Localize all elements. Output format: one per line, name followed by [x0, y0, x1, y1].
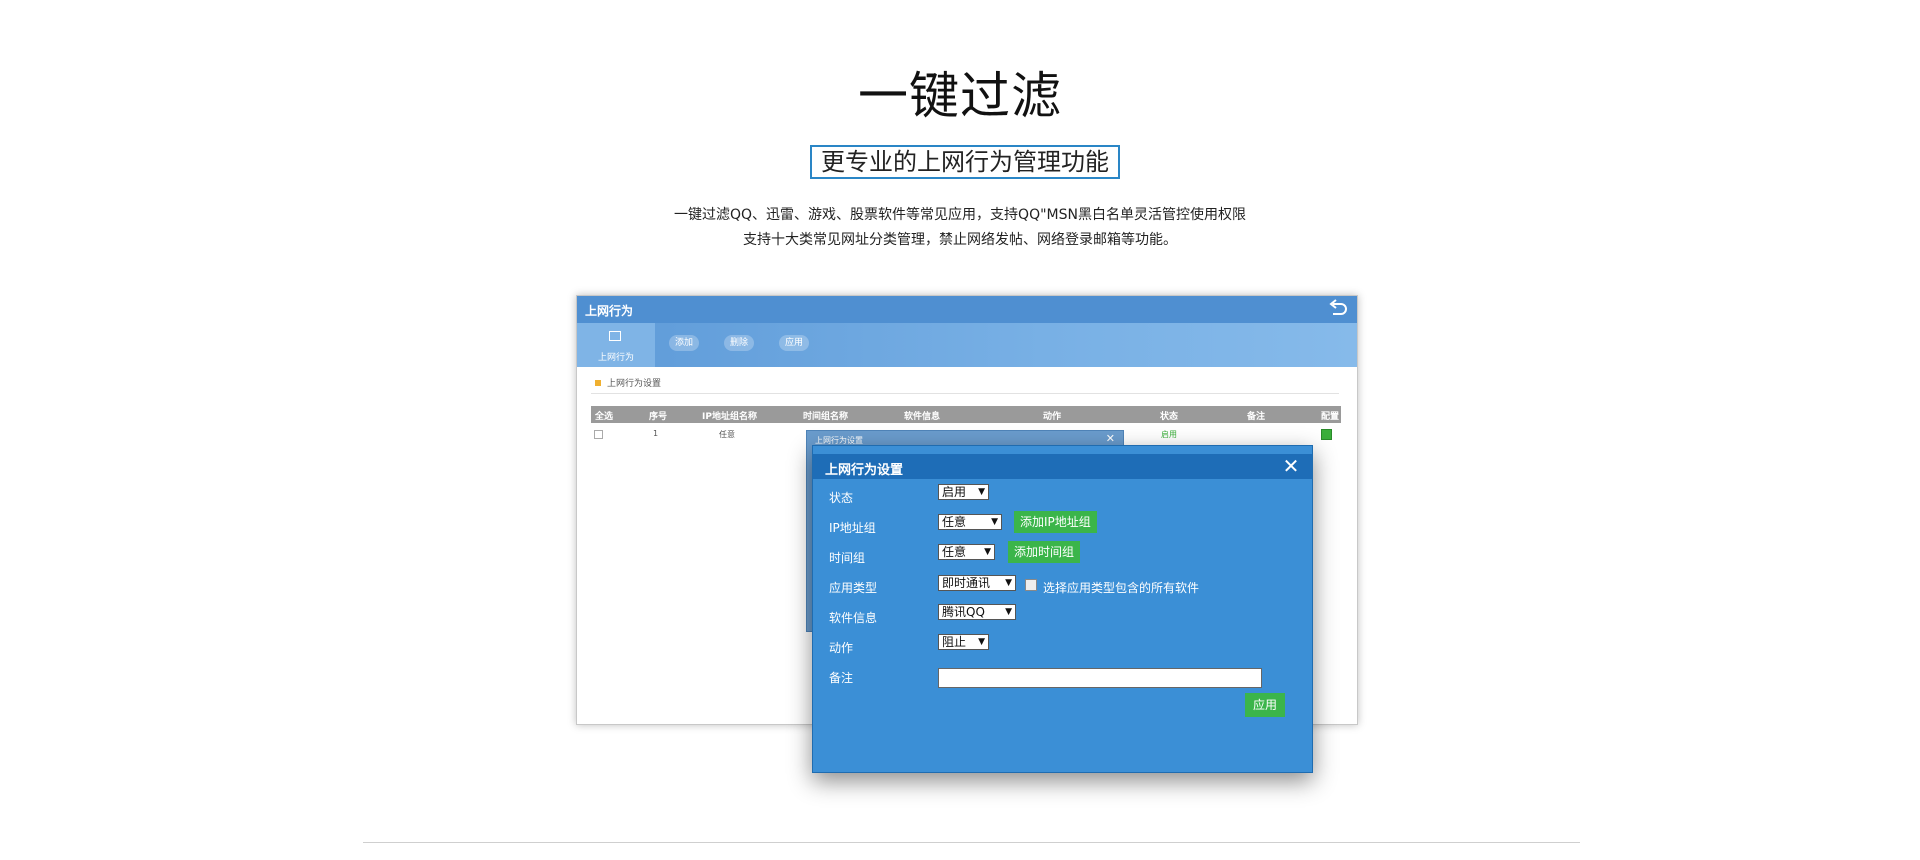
app-titlebar: 上网行为	[577, 296, 1357, 323]
divider	[591, 393, 1339, 394]
add-time-group-button[interactable]: 添加时间组	[1008, 541, 1081, 563]
table-header: 全选 序号 IP地址组名称 时间组名称 软件信息 动作 状态 备注 配置	[591, 406, 1341, 423]
row-checkbox[interactable]	[594, 430, 603, 439]
dropdown-arrow-icon: ▼	[978, 637, 985, 647]
section-bullet-icon	[595, 380, 601, 386]
software-select[interactable]: 腾讯QQ ▼	[938, 604, 1016, 620]
toolbar-item-internet-behavior[interactable]: 上网行为	[577, 323, 655, 367]
description-line-2: 支持十大类常见网址分类管理，禁止网络发帖、网络登录邮箱等功能。	[743, 232, 1177, 248]
header-index: 序号	[649, 412, 668, 422]
toolbar-item-label: 上网行为	[597, 353, 634, 363]
back-arrow-icon[interactable]	[1327, 299, 1349, 319]
status-label: 状态	[829, 491, 854, 505]
apply-button[interactable]: 应用	[1245, 693, 1286, 717]
header-action: 动作	[1043, 412, 1062, 422]
page-title: 一键过滤	[858, 67, 1062, 125]
add-ip-group-button[interactable]: 添加IP地址组	[1014, 511, 1097, 533]
dialog-titlebar: 上网行为设置 ✕	[813, 454, 1312, 479]
row-status: 启用	[1161, 430, 1177, 439]
dropdown-arrow-icon: ▼	[978, 487, 985, 497]
subtitle-box: 更专业的上网行为管理功能	[810, 145, 1120, 179]
edit-config-icon[interactable]	[1321, 429, 1332, 440]
app-type-select[interactable]: 即时通讯 ▼	[938, 575, 1016, 591]
app-title: 上网行为	[585, 304, 634, 318]
status-select[interactable]: 启用 ▼	[938, 484, 989, 500]
status-select-value: 启用	[942, 485, 967, 499]
header-software: 软件信息	[904, 412, 941, 422]
header-config: 配置	[1321, 412, 1340, 422]
toolbar-add-button[interactable]: 添加	[669, 335, 700, 351]
time-group-label: 时间组	[829, 551, 866, 565]
ip-group-label: IP地址组	[829, 521, 876, 535]
row-ip-group: 任意	[719, 430, 735, 439]
ip-group-select[interactable]: 任意 ▼	[938, 514, 1002, 530]
header-select-all[interactable]: 全选	[595, 409, 613, 422]
ip-group-select-value: 任意	[942, 515, 967, 529]
divider	[363, 842, 1580, 843]
dropdown-arrow-icon: ▼	[1005, 578, 1012, 588]
row-index: 1	[653, 429, 659, 438]
header-status: 状态	[1160, 412, 1179, 422]
software-select-value: 腾讯QQ	[942, 605, 985, 619]
app-type-label: 应用类型	[829, 581, 878, 595]
toolbar-delete-button[interactable]: 删除	[724, 335, 755, 351]
section-heading-text: 上网行为设置	[607, 379, 662, 389]
description-line-1: 一键过滤QQ、迅雷、游戏、股票软件等常见应用，支持QQ"MSN黑白名单灵活管控使…	[674, 207, 1246, 223]
app-type-select-value: 即时通讯	[942, 576, 991, 590]
monitor-icon	[609, 331, 621, 341]
header-ip-group: IP地址组名称	[702, 412, 757, 422]
close-icon[interactable]: ✕	[1282, 456, 1300, 476]
settings-dialog: 上网行为设置 ✕ 状态 启用 ▼ IP地址组 任意 ▼ 添加IP地址组 时间组 任意…	[812, 445, 1313, 773]
section-heading: 上网行为设置	[595, 376, 661, 389]
toolbar-apply-button[interactable]: 应用	[779, 335, 810, 351]
software-label: 软件信息	[829, 611, 878, 625]
remark-label: 备注	[829, 671, 854, 685]
header-time-group: 时间组名称	[803, 412, 849, 422]
dropdown-arrow-icon: ▼	[1005, 607, 1012, 617]
action-select-value: 阻止	[942, 635, 967, 649]
time-group-select-value: 任意	[942, 545, 967, 559]
select-all-apps-checkbox[interactable]	[1025, 579, 1037, 591]
remark-input[interactable]	[938, 668, 1262, 688]
dialog-title: 上网行为设置	[825, 463, 904, 478]
action-select[interactable]: 阻止 ▼	[938, 634, 989, 650]
close-icon: ✕	[1105, 432, 1115, 445]
app-toolbar: 上网行为 添加 删除 应用	[577, 323, 1357, 367]
dropdown-arrow-icon: ▼	[991, 517, 998, 527]
time-group-select[interactable]: 任意 ▼	[938, 544, 995, 560]
header-remark: 备注	[1247, 412, 1266, 422]
action-label: 动作	[829, 641, 854, 655]
select-all-apps-label: 选择应用类型包含的所有软件	[1043, 581, 1200, 595]
dropdown-arrow-icon: ▼	[984, 547, 991, 557]
